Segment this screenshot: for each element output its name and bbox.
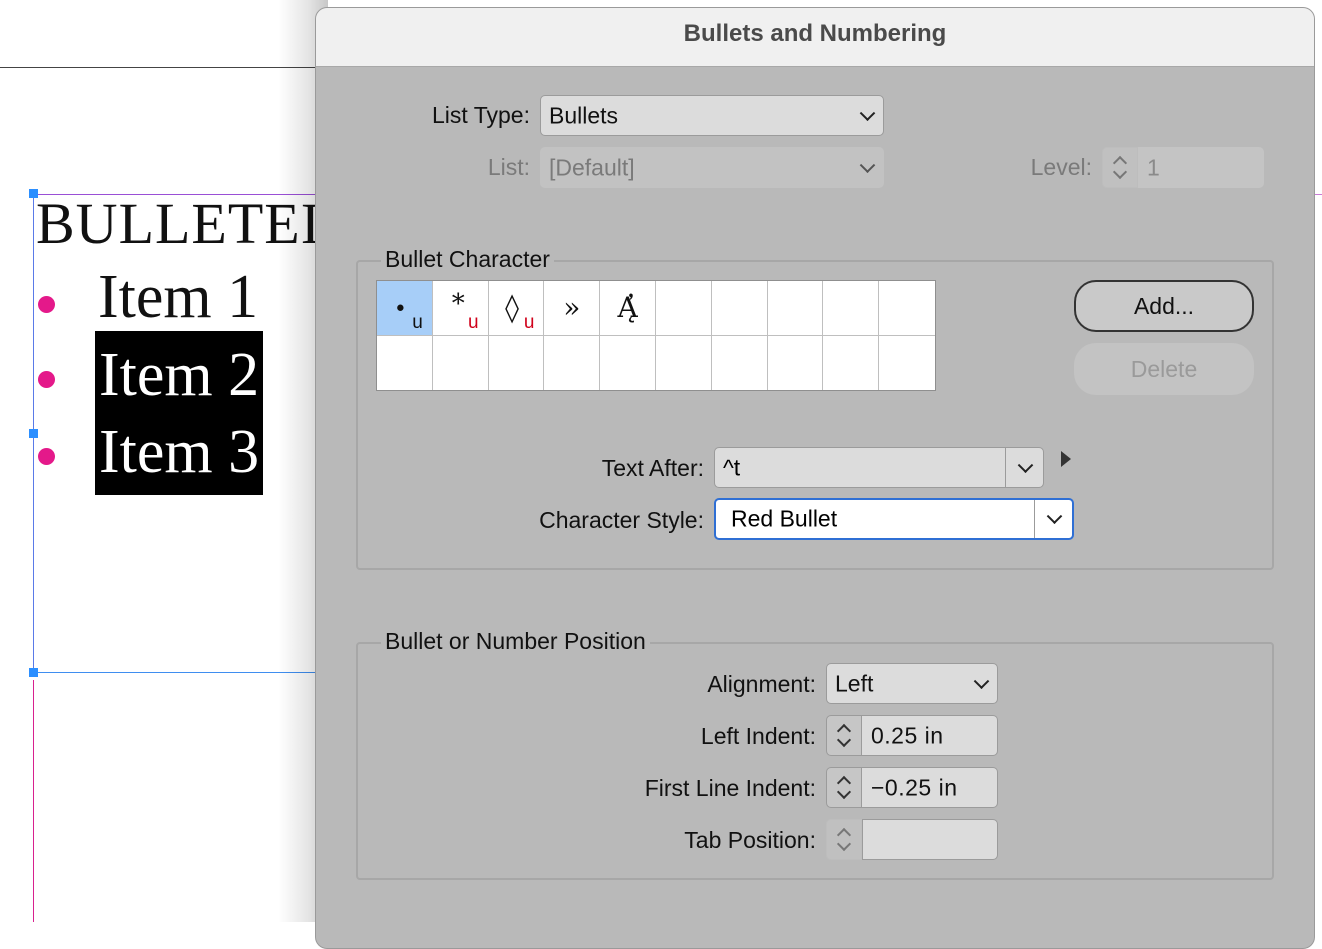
character-style-value: Red Bullet	[731, 505, 838, 532]
first-line-indent-value: −0.25 in	[871, 774, 958, 800]
tab-position-label: Tab Position:	[684, 827, 816, 853]
bullet-glyph-cell-empty[interactable]	[489, 335, 545, 390]
frame-handle-middle-left[interactable]	[29, 429, 38, 438]
chevron-down-icon	[859, 104, 876, 121]
level-value: 1	[1147, 154, 1161, 180]
bullet-marker	[38, 448, 55, 465]
list-type-select[interactable]: Bullets	[540, 95, 884, 136]
bullet-character-group-label: Bullet Character	[381, 246, 554, 273]
special-character-menu-icon[interactable]	[1061, 451, 1071, 467]
bullet-glyph-cell-empty[interactable]	[711, 281, 768, 336]
tab-position-stepper	[826, 819, 862, 860]
margin-guide-right	[1314, 194, 1322, 195]
left-indent-label: Left Indent:	[700, 723, 816, 749]
bullet-glyph-cell[interactable]: »	[544, 281, 601, 336]
list-type-value: Bullets	[549, 102, 619, 128]
chevron-down-icon[interactable]	[836, 732, 852, 748]
list-label: List:	[487, 154, 530, 180]
chevron-down-icon	[859, 156, 876, 173]
text-after-value: ^t	[723, 454, 741, 480]
alignment-label: Alignment:	[707, 671, 816, 697]
add-button[interactable]: Add...	[1074, 280, 1254, 332]
list-value: [Default]	[549, 154, 635, 180]
bullet-glyph-cell-empty[interactable]	[377, 335, 433, 390]
list-item[interactable]: Item 1	[98, 262, 258, 333]
dialog-titlebar[interactable]: Bullets and Numbering	[316, 8, 1314, 67]
left-indent-value: 0.25 in	[871, 722, 944, 748]
chevron-down-icon	[1112, 164, 1128, 180]
bullet-glyph-cell-empty[interactable]	[600, 335, 656, 390]
alignment-select[interactable]: Left	[826, 663, 998, 704]
left-indent-field[interactable]: 0.25 in	[862, 715, 998, 756]
list-item-selected[interactable]: Item 3	[95, 419, 264, 495]
unicode-marker: u	[523, 311, 535, 333]
bullet-position-group-label: Bullet or Number Position	[381, 628, 650, 655]
unicode-marker: u	[468, 311, 479, 333]
unicode-marker: u	[412, 311, 423, 333]
tab-position-field	[862, 819, 998, 860]
bullet-glyph-cell[interactable]: • u	[377, 281, 433, 336]
bullet-glyph-grid: • u * u ◊ u » Ą̓	[376, 280, 936, 391]
bullet-glyph-cell[interactable]: Ą̓	[600, 281, 656, 336]
frame-handle-bottom-left[interactable]	[29, 668, 38, 677]
alignment-value: Left	[835, 670, 874, 696]
bullet-glyph-cell-empty[interactable]	[433, 335, 489, 390]
first-line-indent-stepper[interactable]	[826, 767, 862, 808]
bullet-marker	[38, 371, 55, 388]
character-style-select[interactable]: Red Bullet	[714, 498, 1074, 540]
bullet-glyph-cell-empty[interactable]	[655, 281, 712, 336]
text-after-combo[interactable]: ^t	[714, 447, 1044, 488]
chevron-down-icon	[836, 836, 852, 852]
list-type-label: List Type:	[431, 102, 530, 128]
bullet-glyph: »	[563, 291, 581, 324]
first-line-indent-label: First Line Indent:	[644, 775, 816, 801]
bullet-glyph-cell-empty[interactable]	[823, 335, 880, 390]
bullet-glyph: *	[451, 289, 465, 319]
dialog-title: Bullets and Numbering	[683, 20, 947, 47]
bullet-glyph: Ą̓	[617, 291, 638, 324]
ruler-line	[0, 67, 320, 68]
character-style-dropdown[interactable]	[1034, 500, 1072, 538]
text-after-label: Text After:	[601, 455, 704, 481]
level-field: 1	[1138, 147, 1264, 188]
level-stepper	[1102, 147, 1138, 188]
bullet-glyph-cell-empty[interactable]	[879, 281, 935, 336]
bullet-glyph-cell-empty[interactable]	[823, 281, 880, 336]
bullet-glyph-cell-empty[interactable]	[544, 335, 601, 390]
text-after-dropdown[interactable]	[1005, 448, 1043, 487]
list-item-selected[interactable]: Item 2	[95, 331, 264, 419]
margin-guide	[33, 680, 34, 922]
character-style-label: Character Style:	[539, 507, 704, 533]
chevron-down-icon[interactable]	[836, 784, 852, 800]
first-line-indent-field[interactable]: −0.25 in	[862, 767, 998, 808]
chevron-down-icon	[1017, 456, 1034, 473]
bullet-marker	[38, 296, 55, 313]
list-select: [Default]	[540, 147, 884, 188]
delete-button: Delete	[1074, 343, 1254, 395]
bullet-glyph-cell-empty[interactable]	[879, 336, 935, 391]
chevron-down-icon	[973, 672, 990, 689]
bullet-glyph-cell[interactable]: ◊ u	[488, 281, 545, 336]
level-label: Level:	[1030, 154, 1092, 180]
bullet-glyph-cell-empty[interactable]	[712, 335, 768, 390]
bullet-glyph-cell-empty[interactable]	[656, 335, 712, 390]
bullet-glyph-cell-empty[interactable]	[768, 335, 824, 390]
chevron-down-icon	[1046, 508, 1063, 525]
left-indent-stepper[interactable]	[826, 715, 862, 756]
bullet-glyph-cell-empty[interactable]	[767, 281, 824, 336]
